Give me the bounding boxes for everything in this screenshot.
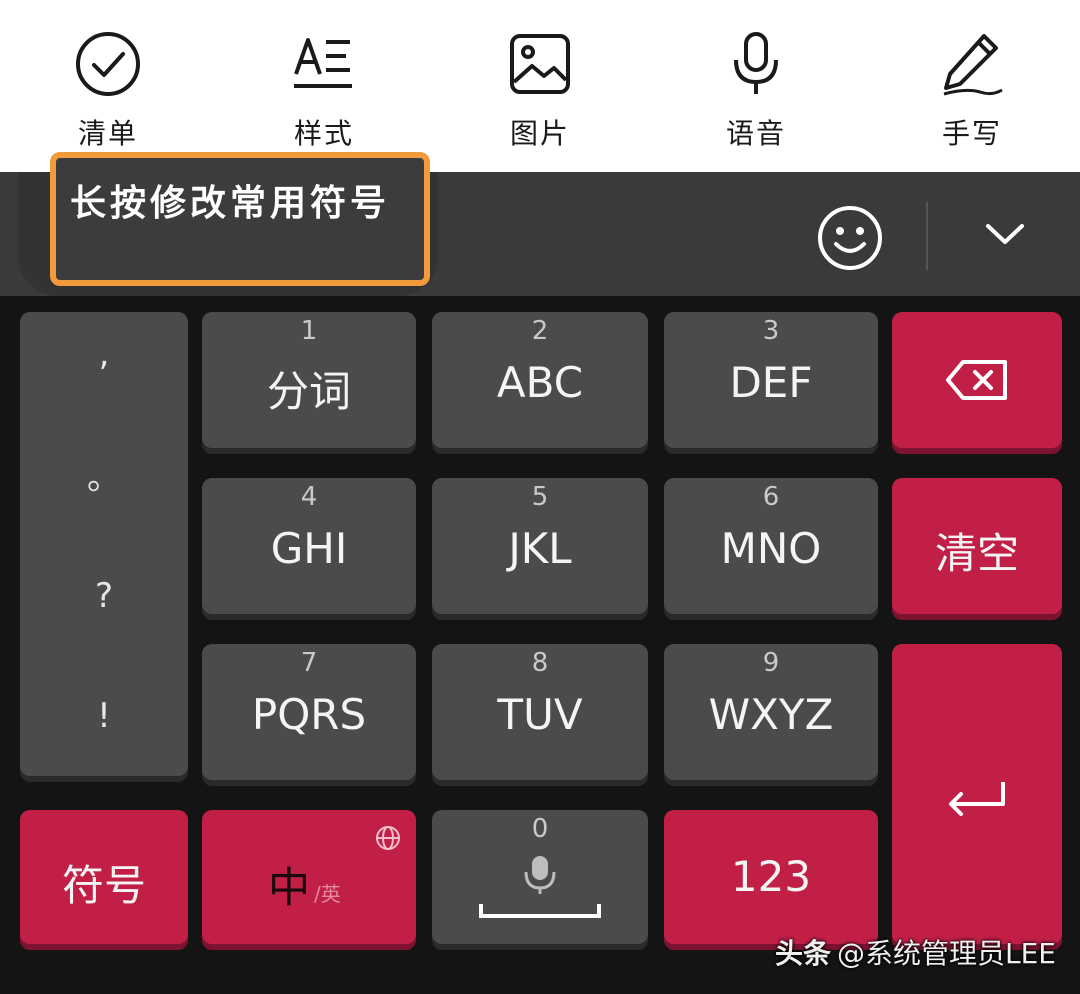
candidate-divider	[926, 202, 928, 270]
key-2-number: 2	[531, 316, 549, 346]
key-6[interactable]: 6 MNO	[664, 478, 878, 614]
key-4[interactable]: 4 GHI	[202, 478, 416, 614]
key-9-label: WXYZ	[708, 690, 834, 739]
checklist-label: 清单	[77, 117, 138, 150]
key-8[interactable]: 8 TUV	[432, 644, 648, 780]
image-label: 图片	[509, 117, 570, 150]
watermark-handle: @系统管理员LEE	[837, 937, 1056, 970]
note-toolbar: 清单 样式 图片 语音 手写	[0, 0, 1080, 172]
enter-key[interactable]	[892, 644, 1062, 944]
punct-exclaim[interactable]: !	[20, 696, 188, 736]
key-8-label: TUV	[497, 690, 583, 739]
watermark: 头条 @系统管理员LEE	[775, 932, 1056, 972]
image-icon	[510, 34, 570, 94]
style-label: 样式	[293, 117, 354, 150]
key-3[interactable]: 3 DEF	[664, 312, 878, 448]
key-5[interactable]: 5 JKL	[432, 478, 648, 614]
smiley-icon	[818, 206, 882, 270]
key-7-label: PQRS	[251, 690, 367, 739]
key-5-label: JKL	[508, 524, 572, 573]
collapse-keyboard-button[interactable]	[968, 212, 1042, 262]
space-key[interactable]: 0	[432, 810, 648, 944]
key-2-label: ABC	[496, 358, 584, 407]
symbols-key-label: 符号	[61, 861, 146, 910]
key-1-label: 分词	[266, 367, 351, 416]
image-button[interactable]: 图片	[470, 28, 610, 150]
checklist-button[interactable]: 清单	[38, 28, 178, 150]
enter-icon	[949, 782, 1005, 816]
space-mic-area	[479, 856, 601, 918]
handwriting-button[interactable]: 手写	[902, 28, 1042, 150]
backspace-icon	[946, 360, 1007, 400]
key-3-label: DEF	[729, 358, 813, 407]
microphone-icon	[734, 32, 778, 94]
key-2[interactable]: 2 ABC	[432, 312, 648, 448]
voice-label: 语音	[725, 117, 786, 150]
backspace-key[interactable]	[892, 312, 1062, 448]
watermark-brand: 头条	[775, 937, 832, 970]
key-6-number: 6	[762, 482, 780, 512]
keyboard: 长按修改常用符号 , 。 ? ! 1 分词 2 ABC 3 DEF 4 GHI …	[0, 152, 1080, 994]
lang-sub-label: /英	[314, 882, 341, 906]
key-1-number: 1	[300, 316, 318, 346]
text-style-icon	[294, 38, 352, 88]
numbers-key[interactable]: 123	[664, 810, 878, 944]
globe-icon	[376, 826, 400, 850]
microphone-icon	[524, 856, 556, 894]
key-4-number: 4	[300, 482, 318, 512]
key-9[interactable]: 9 WXYZ	[664, 644, 878, 780]
punct-comma[interactable]: ,	[20, 334, 188, 374]
key-7[interactable]: 7 PQRS	[202, 644, 416, 780]
key-0-number: 0	[531, 814, 549, 844]
style-button[interactable]: 样式	[254, 28, 394, 150]
emoji-button[interactable]	[814, 202, 886, 274]
pen-icon	[943, 34, 1003, 96]
punct-period[interactable]: 。	[20, 450, 188, 499]
key-9-number: 9	[762, 648, 780, 678]
hint-text: 长按修改常用符号	[70, 182, 391, 224]
clear-key-label: 清空	[934, 529, 1019, 578]
punctuation-column[interactable]: , 。 ? !	[20, 312, 188, 776]
language-switch-key[interactable]: 中 /英	[202, 810, 416, 944]
key-1[interactable]: 1 分词	[202, 312, 416, 448]
key-8-number: 8	[531, 648, 549, 678]
numbers-key-label: 123	[730, 852, 812, 901]
handwriting-label: 手写	[941, 117, 1002, 150]
lang-main-label: 中	[268, 863, 311, 912]
symbols-key[interactable]: 符号	[20, 810, 188, 944]
candidate-bar: 长按修改常用符号	[0, 152, 1080, 296]
key-5-number: 5	[531, 482, 549, 512]
hint-highlight: 长按修改常用符号	[50, 152, 430, 286]
checklist-circle-icon	[76, 32, 140, 96]
key-7-number: 7	[300, 648, 318, 678]
punct-question[interactable]: ?	[20, 576, 188, 616]
key-4-label: GHI	[270, 524, 348, 573]
chevron-down-icon	[986, 224, 1024, 244]
key-6-label: MNO	[720, 524, 822, 573]
clear-key[interactable]: 清空	[892, 478, 1062, 614]
key-3-number: 3	[762, 316, 780, 346]
voice-button[interactable]: 语音	[686, 28, 826, 150]
